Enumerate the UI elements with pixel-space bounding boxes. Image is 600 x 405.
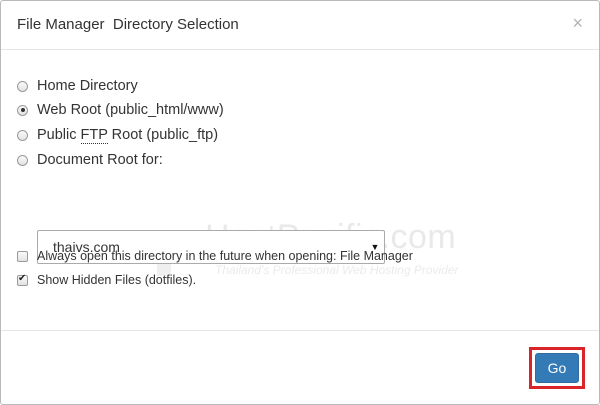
ftp-abbreviation: FTP — [80, 127, 108, 144]
home-directory-radio[interactable] — [17, 80, 28, 92]
public-ftp-suffix: Root (public_ftp) — [107, 127, 219, 143]
home-directory-label: Home Directory — [37, 78, 138, 94]
option-show-hidden-files[interactable]: Show Hidden Files (dotfiles). — [17, 271, 196, 289]
option-always-open[interactable]: Always open this directory in the future… — [17, 247, 413, 265]
directory-selection-dialog: File Manager Directory Selection × Home … — [0, 0, 600, 405]
web-root-radio[interactable] — [17, 104, 28, 116]
option-web-root[interactable]: Web Root (public_html/www) — [17, 100, 224, 120]
always-open-checkbox[interactable] — [17, 250, 28, 262]
option-home-directory[interactable]: Home Directory — [17, 76, 138, 96]
go-button-highlight: Go — [529, 347, 585, 389]
dialog-footer: Go — [1, 330, 599, 404]
document-root-radio[interactable] — [17, 154, 28, 166]
dialog-body: Home Directory Web Root (public_html/www… — [1, 50, 599, 330]
watermark-tagline: Thailand's Professional Web Hosting Prov… — [215, 263, 459, 277]
option-public-ftp-root[interactable]: Public FTP Root (public_ftp) — [17, 125, 218, 145]
always-open-label: Always open this directory in the future… — [37, 249, 413, 263]
public-ftp-radio[interactable] — [17, 129, 28, 141]
web-root-label: Web Root (public_html/www) — [37, 102, 224, 118]
dialog-header: File Manager Directory Selection × — [1, 1, 599, 50]
show-hidden-label: Show Hidden Files (dotfiles). — [37, 273, 197, 287]
public-ftp-prefix: Public — [37, 127, 81, 143]
dialog-title: File Manager Directory Selection — [17, 16, 239, 33]
go-button[interactable]: Go — [535, 353, 579, 383]
option-document-root[interactable]: Document Root for: — [17, 150, 163, 170]
public-ftp-label: Public FTP Root (public_ftp) — [37, 127, 219, 144]
close-icon[interactable]: × — [572, 14, 583, 32]
show-hidden-checkbox[interactable] — [17, 273, 28, 286]
document-root-label: Document Root for: — [37, 152, 163, 168]
